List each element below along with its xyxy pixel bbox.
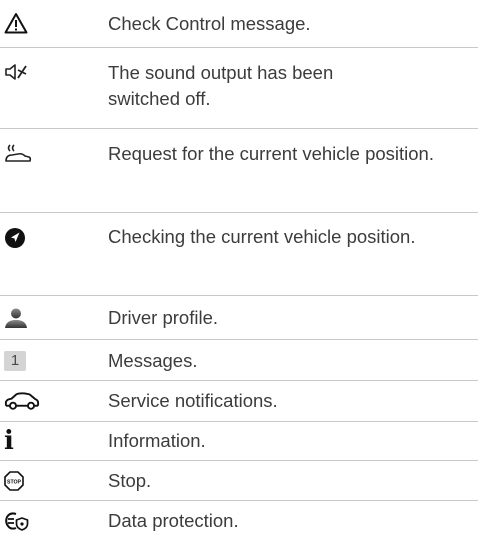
row-description: Messages.: [108, 350, 198, 371]
row-description: Check Control message.: [108, 13, 311, 34]
info-icon: i: [4, 427, 40, 455]
row-description: The sound output has been switched off.: [108, 62, 334, 109]
table-row: The sound output has been switched off.: [0, 48, 478, 129]
row-description: Stop.: [108, 470, 152, 491]
row-description: Service notifications.: [108, 390, 278, 411]
row-description: Checking the current vehicle position.: [108, 226, 416, 247]
data-protection-icon: [4, 510, 40, 532]
table-row: STOP Stop.: [0, 461, 478, 501]
table-row: i Information.: [0, 422, 478, 461]
stop-sign-label: STOP: [7, 479, 22, 485]
messages-count-badge: 1: [4, 351, 26, 371]
row-description: Request for the current vehicle position…: [108, 143, 434, 164]
row-description: Data protection.: [108, 510, 239, 531]
stop-sign-icon: STOP: [4, 470, 40, 492]
car-outline-icon: [4, 390, 40, 412]
row-description: Information.: [108, 430, 206, 451]
table-row: Data protection.: [0, 501, 478, 542]
driver-profile-icon: [4, 306, 40, 330]
table-row: Service notifications.: [0, 381, 478, 422]
warning-triangle-icon: [4, 10, 40, 36]
symbol-table: Check Control message. The sound output …: [0, 0, 478, 542]
navigation-arrow-icon: [4, 226, 40, 250]
info-glyph: i: [4, 426, 14, 456]
table-row: Driver profile.: [0, 296, 478, 340]
vehicle-position-request-icon: [4, 141, 40, 167]
row-description: Driver profile.: [108, 307, 218, 328]
table-row: Check Control message.: [0, 0, 478, 48]
messages-badge-icon: 1: [4, 350, 40, 372]
table-row: Request for the current vehicle position…: [0, 129, 478, 213]
table-row: 1 Messages.: [0, 340, 478, 381]
table-row: Checking the current vehicle position.: [0, 213, 478, 296]
speaker-muted-icon: [4, 60, 40, 84]
